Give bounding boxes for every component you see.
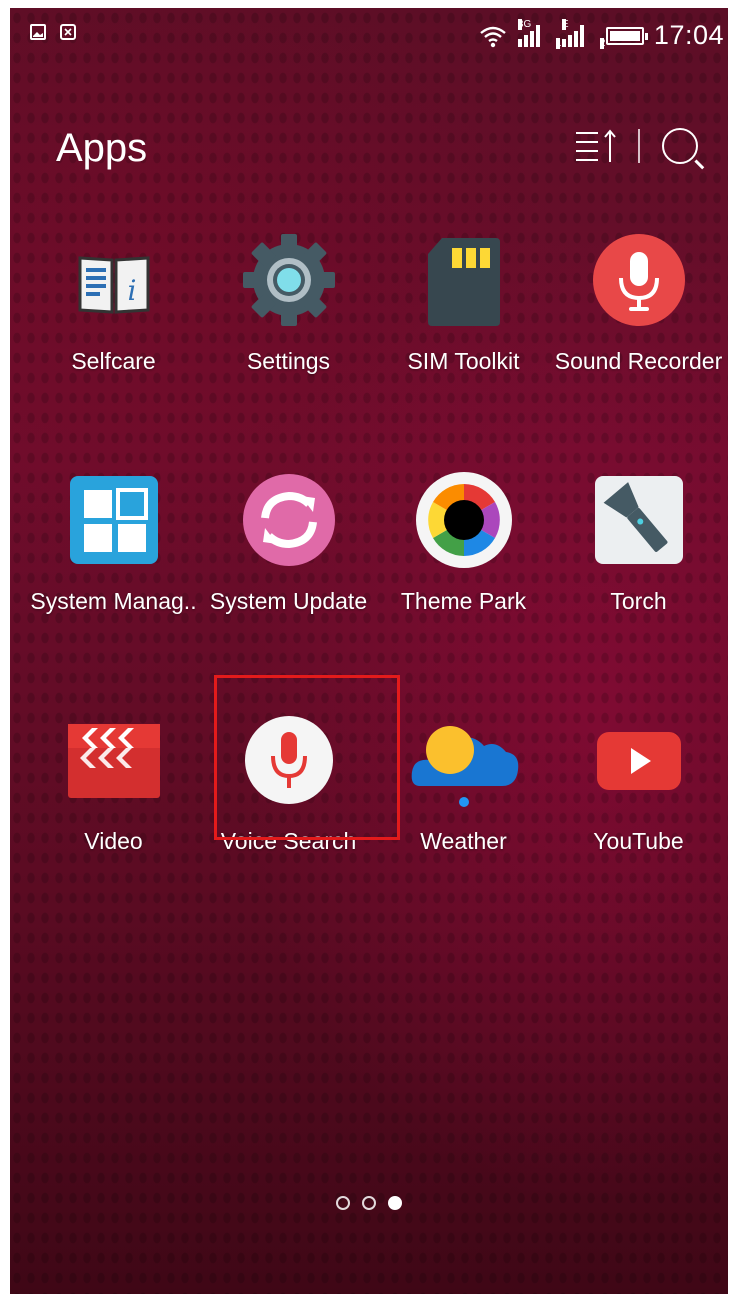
app-torch[interactable]: Torch <box>551 466 726 626</box>
selfcare-book-icon: i <box>64 230 164 330</box>
app-selfcare[interactable]: i Selfcare <box>26 226 201 386</box>
apps-header: Apps <box>56 126 698 186</box>
system-update-sync-icon <box>239 470 339 570</box>
app-label: Video <box>84 828 143 854</box>
app-theme-park[interactable]: Theme Park <box>376 466 551 626</box>
voice-search-mic-icon <box>239 710 339 810</box>
system-manager-icon <box>64 470 164 570</box>
page-dot[interactable] <box>336 1196 350 1210</box>
page-title: Apps <box>56 126 148 170</box>
youtube-play-icon <box>589 710 689 810</box>
svg-text:i: i <box>127 274 136 307</box>
app-label: Weather <box>420 828 507 854</box>
app-video[interactable]: Video <box>26 706 201 866</box>
app-weather[interactable]: Weather <box>376 706 551 866</box>
app-label: Torch <box>610 588 667 614</box>
app-settings[interactable]: Settings <box>201 226 376 386</box>
app-voice-search[interactable]: Voice Search <box>201 706 376 866</box>
signal-icon: 3G 1 <box>517 18 562 49</box>
home-screen: 3G 1 E 2 17:04 Apps i Selfcare Settings … <box>10 8 728 1294</box>
app-label: Settings <box>246 348 331 374</box>
image-notification-icon <box>30 24 46 40</box>
video-clapper-icon <box>64 710 164 810</box>
theme-park-icon <box>414 470 514 570</box>
app-youtube[interactable]: YouTube <box>551 706 726 866</box>
torch-flashlight-icon <box>589 470 689 570</box>
app-label: Selfcare <box>71 348 156 374</box>
header-divider <box>638 129 640 163</box>
page-dot-active[interactable] <box>388 1196 402 1210</box>
app-label: System Update <box>209 588 368 614</box>
app-label: SIM Toolkit <box>407 348 520 374</box>
sort-icon[interactable] <box>576 126 616 166</box>
wifi-icon <box>480 26 506 47</box>
search-icon[interactable] <box>662 128 698 164</box>
app-sound-recorder[interactable]: Sound Recorder <box>551 226 726 386</box>
settings-gear-icon <box>239 230 339 330</box>
wallpaper-texture <box>10 8 728 1294</box>
app-label: System Manag.. <box>30 588 197 614</box>
app-sim-toolkit[interactable]: SIM Toolkit <box>376 226 551 386</box>
app-system-update[interactable]: System Update <box>201 466 376 626</box>
app-label: YouTube <box>593 828 684 854</box>
app-label: Sound Recorder <box>554 348 723 374</box>
app-label: Voice Search <box>220 828 357 854</box>
clock: 17:04 <box>653 20 724 50</box>
page-indicator[interactable] <box>10 1196 728 1210</box>
weather-sun-cloud-icon <box>411 710 518 810</box>
battery-icon <box>605 26 648 45</box>
status-bar: 3G 1 E 2 17:04 <box>10 8 728 64</box>
sim-card-icon <box>414 230 514 330</box>
microphone-icon <box>589 230 689 330</box>
signal-icon: E 2 <box>561 18 606 49</box>
app-label: Theme Park <box>400 588 527 614</box>
sim-blocked-icon <box>60 24 76 40</box>
app-system-manager[interactable]: System Manag.. <box>26 466 201 626</box>
page-dot[interactable] <box>362 1196 376 1210</box>
